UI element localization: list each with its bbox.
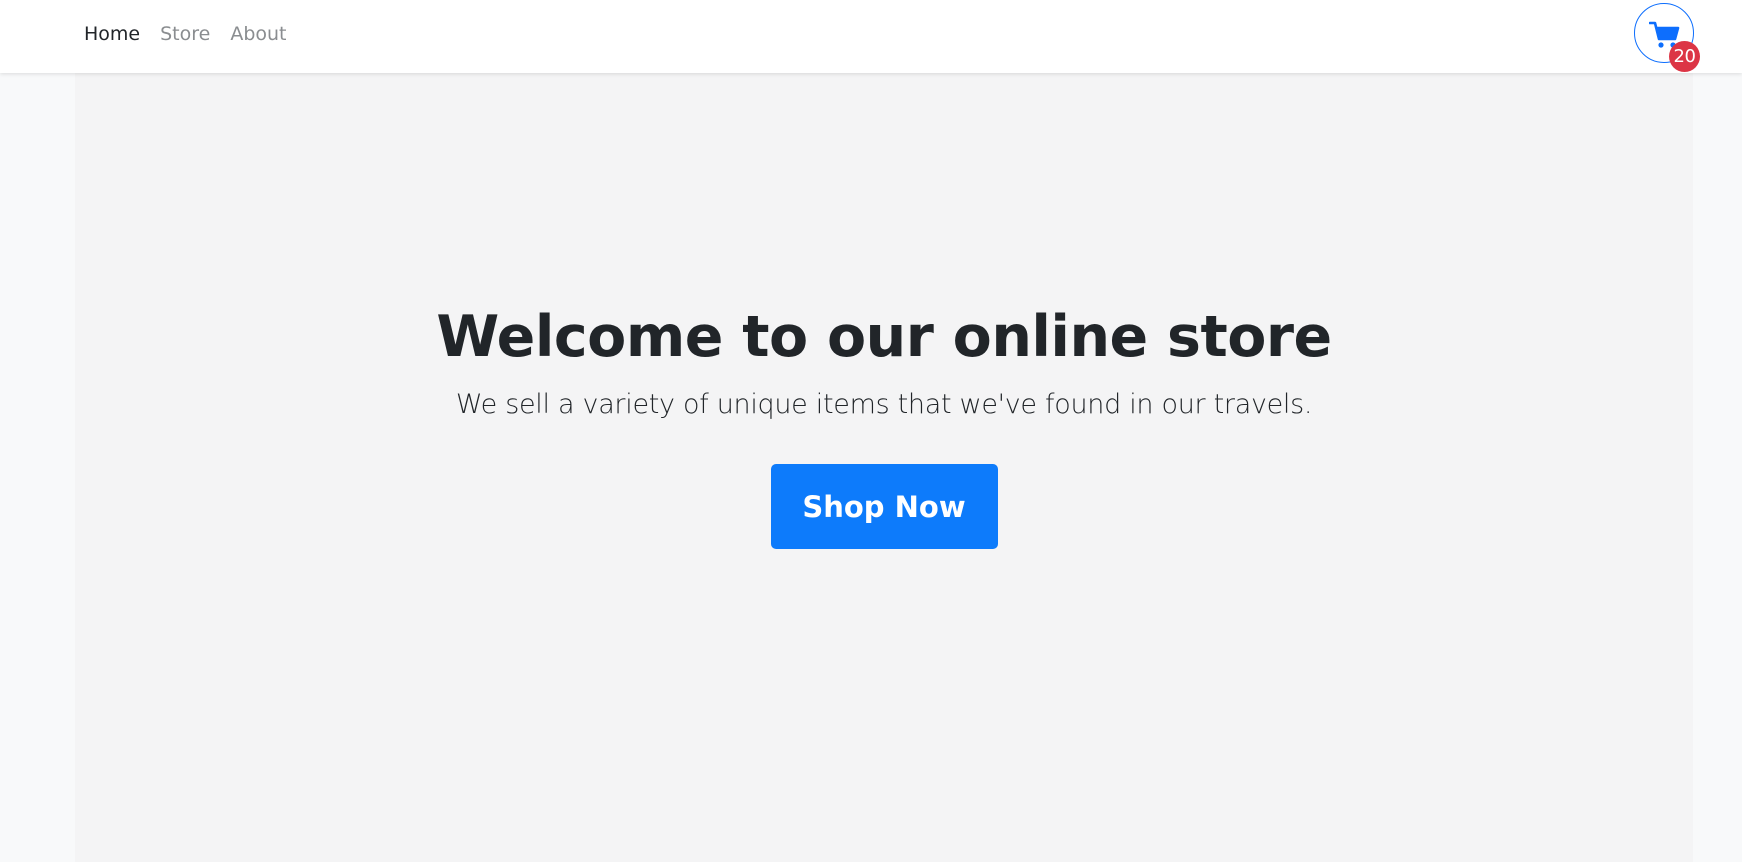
hero-title: Welcome to our online store bbox=[436, 304, 1332, 370]
hero-subtitle: We sell a variety of unique items that w… bbox=[455, 389, 1313, 421]
main-content: Welcome to our online store We sell a va… bbox=[75, 73, 1693, 862]
cart-button[interactable]: 20 bbox=[1634, 3, 1700, 72]
shop-now-button[interactable]: Shop Now bbox=[770, 464, 998, 550]
nav-link-about[interactable]: About bbox=[230, 23, 286, 45]
nav-link-store[interactable]: Store bbox=[160, 23, 210, 45]
nav-link-home[interactable]: Home bbox=[84, 23, 140, 45]
nav-links: Home Store About bbox=[84, 0, 287, 68]
hero-section: Welcome to our online store We sell a va… bbox=[75, 303, 1693, 550]
top-navbar: Home Store About 20 bbox=[0, 0, 1742, 73]
cart-count-badge: 20 bbox=[1669, 41, 1700, 72]
